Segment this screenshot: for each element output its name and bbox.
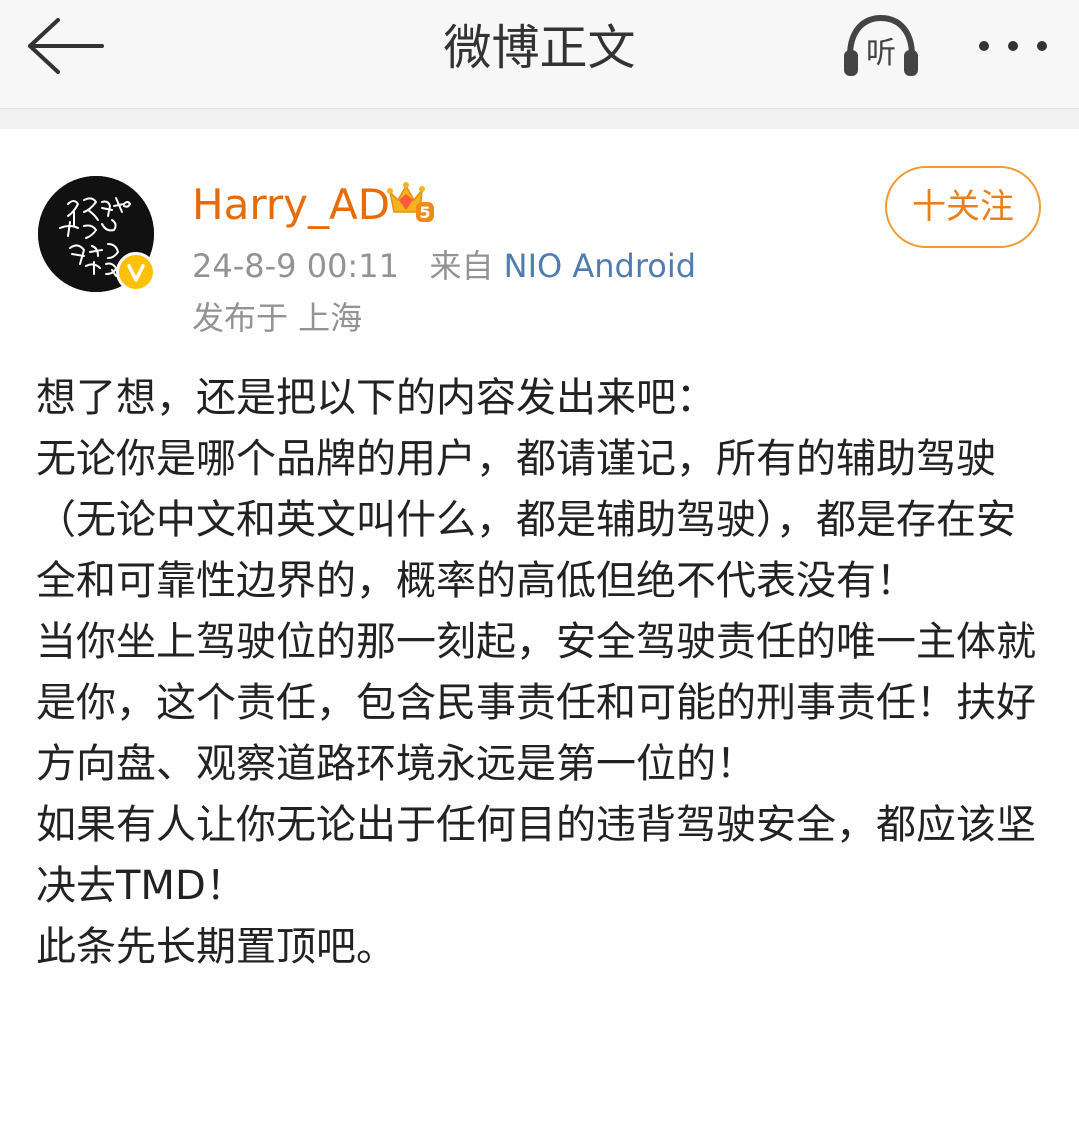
- top-nav-bar: 微博正文 听: [0, 0, 1079, 109]
- more-dots-icon[interactable]: [968, 20, 1058, 72]
- vip-crown-level-icon[interactable]: 5: [386, 178, 434, 224]
- back-arrow-icon[interactable]: [22, 14, 108, 78]
- headphones-listen-icon[interactable]: 听: [838, 10, 924, 82]
- post-source-link[interactable]: NIO Android: [504, 247, 696, 285]
- weibo-post-page: 微博正文 听 Harry_AD 5 24-8-9 00:11 来自 NIO An…: [0, 0, 1079, 1127]
- source-prefix: 来自: [429, 247, 494, 285]
- post-location: 发布于 上海: [192, 299, 363, 337]
- follow-button[interactable]: 十关注: [885, 166, 1041, 248]
- post-body-text: 想了想，还是把以下的内容发出来吧： 无论你是哪个品牌的用户，都请谨记，所有的辅助…: [36, 375, 1036, 970]
- member-level-number: 5: [419, 203, 430, 222]
- section-divider: [0, 109, 1079, 129]
- listen-label: 听: [866, 36, 896, 71]
- post-meta: 24-8-9 00:11 来自 NIO Android: [192, 244, 696, 288]
- author-name[interactable]: Harry_AD: [192, 178, 390, 232]
- verified-v-icon: [116, 252, 156, 292]
- post-time: 24-8-9 00:11: [192, 247, 399, 285]
